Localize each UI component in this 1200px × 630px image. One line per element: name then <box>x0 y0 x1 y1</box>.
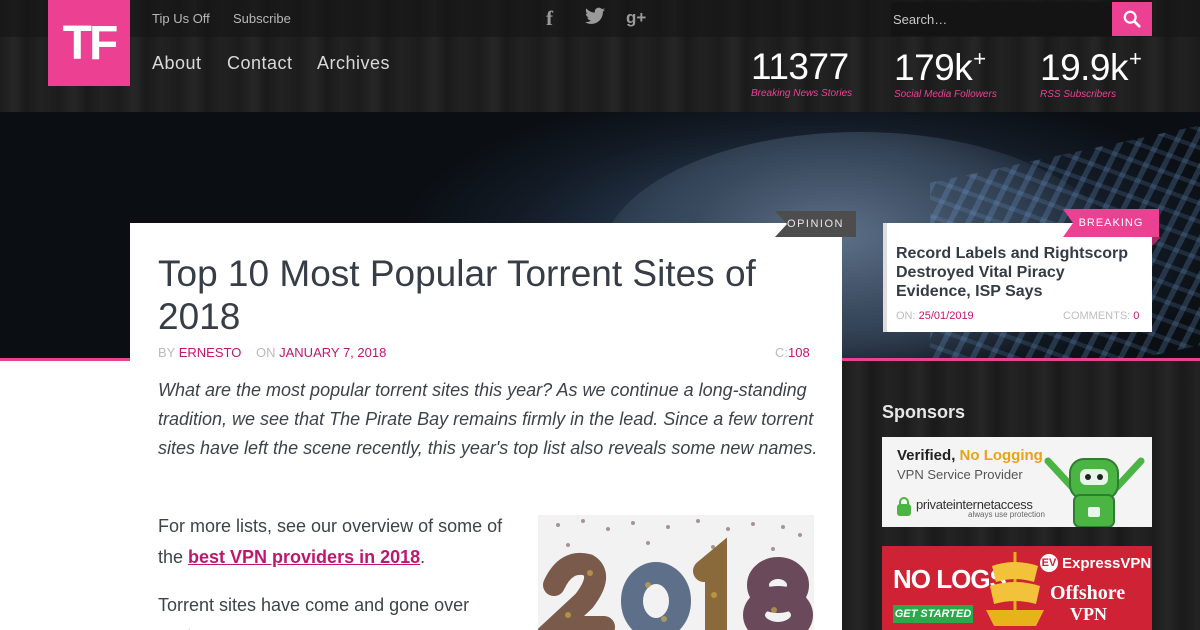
article-paragraph-2: Torrent sites have come and gone over pa… <box>158 595 470 630</box>
article-paragraph: For more lists, see our overview of some… <box>158 511 508 573</box>
article-byline: BY ERNESTO <box>158 345 241 360</box>
nav-about[interactable]: About <box>152 53 202 74</box>
ad1-subline: VPN Service Provider <box>897 467 1023 482</box>
stat-news-stories: 11377 Breaking News Stories <box>751 46 852 99</box>
expressvpn-logo: EV ExpressVPN <box>1040 554 1151 572</box>
breaking-tag-fold <box>1152 237 1161 246</box>
expressvpn-brand: ExpressVPN <box>1062 554 1152 572</box>
article-date: ON JANUARY 7, 2018 <box>256 345 386 360</box>
ad2-vpn: VPN <box>1070 604 1107 624</box>
comments-label: C: <box>775 345 788 360</box>
opinion-tag[interactable]: OPINION <box>775 211 856 237</box>
stat-label: Breaking News Stories <box>751 88 853 99</box>
breaking-comments[interactable]: COMMENTS: 0 <box>1063 310 1139 322</box>
logo-text: TF <box>62 16 119 70</box>
stat-plus: + <box>973 46 987 71</box>
crowd-2018-image <box>538 515 814 630</box>
breaking-title[interactable]: Record Labels and Rightscorp Destroyed V… <box>896 244 1141 301</box>
ad1-verified: Verified, <box>897 447 960 464</box>
breaking-date: ON: 25/01/2019 <box>896 310 974 322</box>
article-lead: What are the most popular torrent sites … <box>158 380 818 458</box>
ad1-tagline: always use protection <box>968 510 1045 519</box>
subscribe-link[interactable]: Subscribe <box>233 11 291 26</box>
facebook-icon[interactable]: f <box>546 6 553 31</box>
twitter-icon[interactable] <box>585 7 605 31</box>
stat-value: 11377 <box>751 46 849 87</box>
breaking-date-value: 25/01/2019 <box>918 310 974 322</box>
comments-label: COMMENTS: <box>1063 310 1131 322</box>
ad1-no-logging: No Logging <box>959 447 1043 464</box>
comments-count[interactable]: 108 <box>788 345 810 360</box>
ad2-get-started-button[interactable]: GET STARTED <box>893 605 973 623</box>
stat-value: 19.9k <box>1040 47 1129 88</box>
expressvpn-ad[interactable]: NO LOGS GET STARTED EV ExpressVPN Offsho… <box>882 546 1152 630</box>
search-button[interactable] <box>1112 2 1152 36</box>
stat-rss-subscribers: 19.9k+ RSS Subscribers <box>1040 46 1142 100</box>
ad1-headline: Verified, No Logging <box>897 447 1043 464</box>
stat-social-followers: 179k+ Social Media Followers <box>894 46 997 100</box>
breaking-comments-count[interactable]: 0 <box>1133 310 1139 322</box>
nav-archives[interactable]: Archives <box>317 53 390 74</box>
article-title[interactable]: Top 10 Most Popular Torrent Sites of 201… <box>158 252 818 338</box>
para-text-end: . <box>420 547 426 567</box>
on-label: ON: <box>896 310 916 322</box>
vpn-providers-link[interactable]: best VPN providers in 2018 <box>188 547 420 567</box>
breaking-tag[interactable]: BREAKING <box>1063 209 1159 237</box>
pia-vpn-ad[interactable]: Verified, No Logging VPN Service Provide… <box>882 437 1152 527</box>
pia-robot-icon <box>1044 457 1145 527</box>
search-icon <box>1123 10 1141 28</box>
sponsors-heading: Sponsors <box>882 402 966 422</box>
search-input[interactable] <box>891 2 1113 36</box>
stat-plus: + <box>1129 46 1142 71</box>
ad2-offshore: Offshore <box>1050 582 1126 604</box>
site-logo[interactable]: TF <box>48 0 130 86</box>
author-link[interactable]: ERNESTO <box>179 345 242 360</box>
stat-label: Social Media Followers <box>894 89 997 100</box>
on-label: ON <box>256 345 276 360</box>
stat-label: RSS Subscribers <box>1040 89 1117 100</box>
by-label: BY <box>158 345 176 360</box>
date-value: JANUARY 7, 2018 <box>279 345 387 360</box>
article-comments[interactable]: C:108 <box>775 345 810 360</box>
tip-us-off-link[interactable]: Tip Us Off <box>152 11 210 26</box>
nav-contact[interactable]: Contact <box>227 53 293 74</box>
stat-value: 179k <box>894 47 973 88</box>
google-plus-icon[interactable]: g+ <box>626 8 646 28</box>
expressvpn-icon: EV <box>1040 554 1058 572</box>
pia-lock-icon <box>897 497 911 516</box>
